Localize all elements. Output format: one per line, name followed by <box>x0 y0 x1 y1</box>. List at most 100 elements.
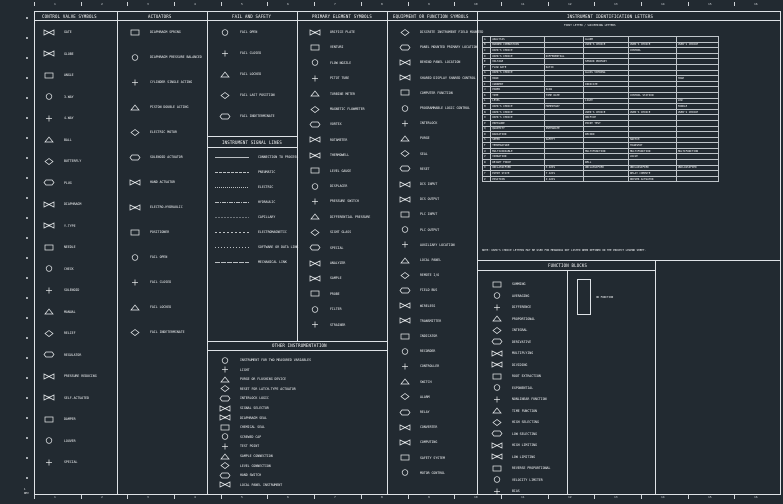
primary-element-row: ROTAMETER <box>308 136 347 144</box>
equipment-label: CONTROLLER <box>420 364 440 369</box>
signal-line-row: ELECTROMAGNETIC <box>214 228 287 236</box>
primary-element-symbol-icon <box>308 43 322 51</box>
other-instrument-label: LOCAL PANEL INSTRUMENT <box>240 482 283 487</box>
identification-cell: POSITION <box>490 175 545 183</box>
equipment-symbol-icon <box>398 302 412 310</box>
control-valve-symbol-icon <box>42 394 56 402</box>
control-valve-row: SOLENOID <box>42 286 79 294</box>
primary-element-symbol-icon <box>308 74 322 82</box>
ruler-tick <box>641 2 642 6</box>
function-block-symbol-icon <box>490 407 504 415</box>
signal-line-label: ELECTRIC <box>258 185 274 189</box>
ruler-number: 5 <box>241 2 243 6</box>
function-block-row: NONLINEAR FUNCTION <box>490 395 547 403</box>
equipment-row: SEAL <box>398 150 428 158</box>
equipment-row: PLC OUTPUT <box>398 226 439 234</box>
control-valve-symbol-icon <box>42 308 56 316</box>
ruler-number: 1 <box>54 2 56 6</box>
function-block-label: VELOCITY LIMITER <box>512 477 543 482</box>
equipment-symbol-icon <box>398 134 412 142</box>
fail-safety-symbol-icon <box>218 49 232 57</box>
ruler-number: 12 <box>568 495 572 499</box>
equipment-label: BEHIND PANEL LOCATION <box>420 60 461 65</box>
equipment-symbol-icon <box>398 469 412 477</box>
ruler-tick <box>127 2 128 6</box>
ruler-mark <box>26 77 28 79</box>
equipment-label: SEAL <box>420 151 428 156</box>
equipment-symbol-icon <box>398 210 412 218</box>
bottom-ruler: 1 2 3 4 5 6 7 8 9 10 11 12 13 14 15 16 <box>34 495 781 503</box>
primary-element-row: SIGHT GLASS <box>308 228 351 236</box>
panel-title-instrument-line: INSTRUMENT SIGNAL LINES <box>222 140 282 145</box>
control-valve-label: PLUG <box>64 180 72 185</box>
other-instrument-row: INTERLOCK LOGIC <box>218 394 269 402</box>
ruler-number: 10 <box>474 495 478 499</box>
primary-element-row: SPECIAL <box>308 244 343 252</box>
equipment-row: RELAY <box>398 408 430 416</box>
control-valve-label: DAMPER <box>64 417 76 421</box>
revision-label: REV <box>24 492 29 495</box>
other-instrument-symbol-icon <box>218 404 232 412</box>
other-instrument-symbol-icon <box>218 375 232 383</box>
function-block-row: REVERSE PROPORTIONAL <box>490 464 550 472</box>
function-block-row: SUMMING <box>490 280 525 288</box>
fail-safety-symbol-icon <box>218 112 232 120</box>
ruler-tick <box>221 2 222 6</box>
actuator-symbol-icon <box>128 328 142 336</box>
identification-cell: Z <box>481 175 492 183</box>
equipment-symbol-icon <box>398 438 412 446</box>
equipment-row: TRANSMITTER <box>398 317 441 325</box>
primary-element-symbol-icon <box>308 59 322 67</box>
equipment-label: LOCAL PANEL <box>420 258 442 262</box>
equipment-symbol-icon <box>398 362 412 370</box>
other-instrument-row: SIGNAL SELECTOR <box>218 404 269 412</box>
equipment-row: PROGRAMMABLE LOGIC CONTROL <box>398 104 470 112</box>
equipment-symbol-icon <box>398 271 412 279</box>
signal-line-row: ELECTRIC <box>214 183 273 191</box>
fail-safety-label: FAIL INDETERMINATE <box>240 114 275 118</box>
actuator-label: FAIL CLOSED <box>150 280 172 284</box>
control-valve-symbol-icon <box>42 222 56 230</box>
ruler-number: 4 <box>194 2 196 6</box>
ruler-number: 6 <box>287 2 289 6</box>
panel-title-actuators: ACTUATORS <box>148 14 172 19</box>
equipment-row: BEHIND PANEL LOCATION <box>398 58 460 66</box>
ruler-number: 10 <box>474 2 478 6</box>
divider <box>297 11 298 341</box>
other-instrument-label: LEVEL CONNECTION <box>240 463 271 468</box>
primary-element-row: DISPLACER <box>308 182 347 190</box>
control-valve-row: 4-WAY <box>42 114 74 122</box>
equipment-symbol-icon <box>398 286 412 294</box>
control-valve-row: DIAPHRAGM <box>42 200 81 208</box>
fail-safety-label: FAIL LOCKED <box>240 72 262 76</box>
ruler-mark <box>26 137 28 139</box>
ruler-mark <box>26 257 28 259</box>
actuator-row: FAIL CLOSED <box>128 278 171 286</box>
equipment-label: RECORDER <box>420 349 436 354</box>
actuator-row: DIAPHRAGM SPRING <box>128 28 181 36</box>
control-valve-row: BUTTERFLY <box>42 157 81 165</box>
primary-element-symbol-icon <box>308 120 322 128</box>
primary-element-symbol-icon <box>308 151 322 159</box>
function-block-row: VELOCITY LIMITER <box>490 476 543 484</box>
actuator-label: PISTON DOUBLE ACTING <box>150 105 189 109</box>
primary-element-row: DIFFERENTIAL PRESSURE <box>308 213 370 221</box>
ruler-mark <box>26 317 28 319</box>
primary-element-symbol-icon <box>308 290 322 298</box>
divider <box>477 270 655 271</box>
equipment-symbol-icon <box>398 347 412 355</box>
other-instrument-label: TEST POINT <box>240 444 260 449</box>
actuator-row: SOLENOID ACTUATOR <box>128 153 183 161</box>
actuator-label: DIAPHRAGM SPRING <box>150 30 181 34</box>
primary-element-row: TURBINE METER <box>308 90 355 98</box>
ruler-number: 13 <box>614 2 618 6</box>
other-instrument-symbol-icon <box>218 471 232 479</box>
equipment-label: SWITCH <box>420 379 432 384</box>
control-valve-symbol-icon <box>42 372 56 380</box>
primary-element-symbol-icon <box>308 105 322 113</box>
ruler-mark <box>26 337 28 339</box>
function-group-label: OR FUNCTION <box>596 296 614 299</box>
control-valve-symbol-icon <box>42 437 56 445</box>
function-block-row: LOW LIMITING <box>490 453 535 461</box>
equipment-label: RESET <box>420 166 430 171</box>
